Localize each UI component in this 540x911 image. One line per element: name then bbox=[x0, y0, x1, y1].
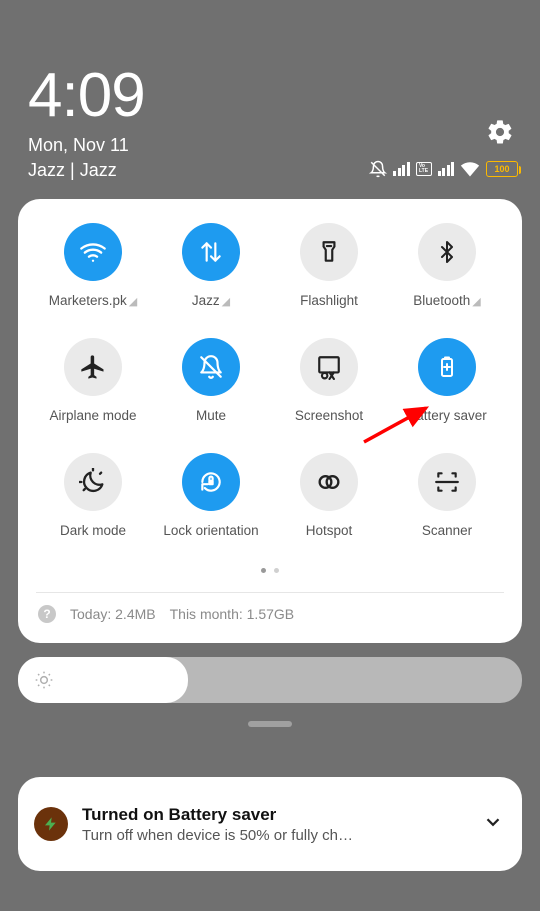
screenshot-icon[interactable] bbox=[300, 338, 358, 396]
mute-bell-icon[interactable] bbox=[182, 338, 240, 396]
data-today-label: Today: 2.4MB bbox=[70, 606, 156, 622]
info-icon: ? bbox=[38, 605, 56, 623]
scanner-icon[interactable] bbox=[418, 453, 476, 511]
qs-tile-label: Airplane mode bbox=[49, 408, 136, 423]
qs-tile-data-swap[interactable]: Jazz◢ bbox=[152, 223, 270, 308]
date-label: Mon, Nov 11 bbox=[28, 135, 512, 156]
brightness-slider[interactable] bbox=[18, 657, 522, 703]
hotspot-icon[interactable] bbox=[300, 453, 358, 511]
qs-tile-hotspot[interactable]: Hotspot bbox=[270, 453, 388, 538]
qs-tile-label: Scanner bbox=[422, 523, 472, 538]
divider bbox=[36, 592, 504, 593]
qs-tile-dark-mode[interactable]: Dark mode bbox=[34, 453, 152, 538]
qs-tile-label: Bluetooth◢ bbox=[413, 293, 481, 308]
qs-tile-label: Dark mode bbox=[60, 523, 126, 538]
qs-tile-lock-rotation[interactable]: Lock orientation bbox=[152, 453, 270, 538]
qs-tile-label: Jazz◢ bbox=[192, 293, 230, 308]
qs-tile-label: Screenshot bbox=[295, 408, 363, 423]
qs-tile-label: Lock orientation bbox=[163, 523, 258, 538]
notification-body: Turned on Battery saver Turn off when de… bbox=[82, 805, 468, 844]
notification-title: Turned on Battery saver bbox=[82, 805, 468, 825]
settings-gear-icon[interactable] bbox=[486, 118, 514, 146]
data-month-label: This month: 1.57GB bbox=[170, 606, 295, 622]
qs-tile-label: Hotspot bbox=[306, 523, 353, 538]
submenu-arrow-icon: ◢ bbox=[472, 296, 480, 308]
battery-saver-app-icon bbox=[34, 807, 68, 841]
qs-tile-screenshot[interactable]: Screenshot bbox=[270, 338, 388, 423]
status-bar-icons: VoLTE 100 bbox=[369, 160, 518, 178]
qs-tile-label: Mute bbox=[196, 408, 226, 423]
lock-rotation-icon[interactable] bbox=[182, 453, 240, 511]
qs-tile-bluetooth[interactable]: Bluetooth◢ bbox=[388, 223, 506, 308]
wifi-icon[interactable] bbox=[64, 223, 122, 281]
clock-time: 4:09 bbox=[28, 60, 512, 131]
brightness-thumb[interactable] bbox=[18, 657, 188, 703]
bluetooth-icon[interactable] bbox=[418, 223, 476, 281]
qs-tile-flashlight[interactable]: Flashlight bbox=[270, 223, 388, 308]
qs-tile-label: Battery saver bbox=[407, 408, 487, 423]
qs-tile-mute-bell[interactable]: Mute bbox=[152, 338, 270, 423]
expand-chevron-icon[interactable] bbox=[482, 811, 504, 838]
volte-badge: VoLTE bbox=[416, 162, 432, 176]
airplane-icon[interactable] bbox=[64, 338, 122, 396]
sun-icon bbox=[34, 670, 54, 690]
qs-tile-battery-plus[interactable]: Battery saver bbox=[388, 338, 506, 423]
status-header: 4:09 Mon, Nov 11 Jazz | Jazz VoLTE 100 bbox=[0, 0, 540, 181]
flashlight-icon[interactable] bbox=[300, 223, 358, 281]
submenu-arrow-icon: ◢ bbox=[129, 296, 137, 308]
qs-tile-wifi[interactable]: Marketers.pk◢ bbox=[34, 223, 152, 308]
page-indicator bbox=[34, 560, 506, 578]
quick-settings-panel: Marketers.pk◢ Jazz◢ Flashlight Bluetooth◢ Ai… bbox=[18, 199, 522, 643]
data-swap-icon[interactable] bbox=[182, 223, 240, 281]
notification-card[interactable]: Turned on Battery saver Turn off when de… bbox=[18, 777, 522, 871]
submenu-arrow-icon: ◢ bbox=[222, 296, 230, 308]
qs-tile-grid: Marketers.pk◢ Jazz◢ Flashlight Bluetooth◢ Ai… bbox=[34, 223, 506, 538]
drag-handle[interactable] bbox=[248, 721, 292, 727]
wifi-status-icon bbox=[460, 161, 480, 177]
qs-tile-scanner[interactable]: Scanner bbox=[388, 453, 506, 538]
signal-2-icon bbox=[438, 162, 455, 176]
notification-text: Turn off when device is 50% or fully ch… bbox=[82, 827, 468, 844]
battery-plus-icon[interactable] bbox=[418, 338, 476, 396]
qs-tile-label: Marketers.pk◢ bbox=[49, 293, 138, 308]
battery-indicator: 100 bbox=[486, 161, 518, 177]
qs-tile-label: Flashlight bbox=[300, 293, 358, 308]
qs-tile-airplane[interactable]: Airplane mode bbox=[34, 338, 152, 423]
signal-1-icon bbox=[393, 162, 410, 176]
dnd-bell-icon bbox=[369, 160, 387, 178]
dark-mode-icon[interactable] bbox=[64, 453, 122, 511]
data-usage-row[interactable]: ? Today: 2.4MB This month: 1.57GB bbox=[34, 605, 506, 625]
